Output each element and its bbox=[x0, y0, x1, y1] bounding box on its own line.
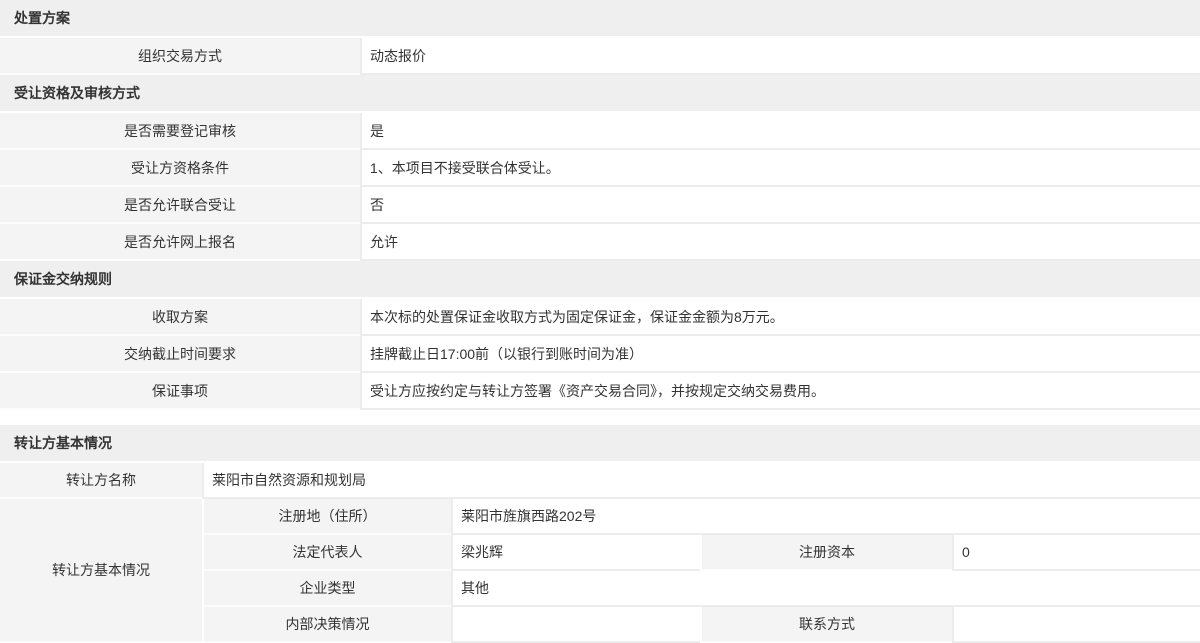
table-row: 是否需要登记审核 是 bbox=[0, 113, 1200, 150]
table-row: 是否允许网上报名 允许 bbox=[0, 224, 1200, 261]
field-label-trade-method: 组织交易方式 bbox=[0, 38, 360, 75]
section-header-transfer-qualification: 受让资格及审核方式 bbox=[0, 75, 1200, 113]
field-label-registered-address: 注册地（住所） bbox=[202, 499, 451, 535]
field-label-need-registration-review: 是否需要登记审核 bbox=[0, 113, 360, 150]
section-header-deposit-rules: 保证金交纳规则 bbox=[0, 261, 1200, 299]
field-value-collection-plan: 本次标的处置保证金收取方式为固定保证金，保证金金额为8万元。 bbox=[360, 299, 1200, 336]
table-row: 收取方案 本次标的处置保证金收取方式为固定保证金，保证金金额为8万元。 bbox=[0, 299, 1200, 336]
field-label-allow-joint-transfer: 是否允许联合受让 bbox=[0, 187, 360, 224]
section-header-disposal-plan: 处置方案 bbox=[0, 0, 1200, 38]
section-row-disposal-plan: 处置方案 bbox=[0, 0, 1200, 38]
disposal-info-table: 处置方案 组织交易方式 动态报价 受让资格及审核方式 是否需要登记审核 是 受让… bbox=[0, 0, 1200, 410]
table-row: 组织交易方式 动态报价 bbox=[0, 38, 1200, 75]
field-label-enterprise-type: 企业类型 bbox=[202, 571, 451, 607]
field-value-transferor-name: 莱阳市自然资源和规划局 bbox=[202, 463, 1200, 499]
table-row: 转让方名称 莱阳市自然资源和规划局 bbox=[0, 463, 1200, 499]
field-label-legal-representative: 法定代表人 bbox=[202, 535, 451, 571]
field-label-transferor-name: 转让方名称 bbox=[0, 463, 202, 499]
section-row-deposit-rules: 保证金交纳规则 bbox=[0, 261, 1200, 299]
field-label-guarantee-matters: 保证事项 bbox=[0, 373, 360, 410]
section-row-transfer-qualification: 受让资格及审核方式 bbox=[0, 75, 1200, 113]
field-value-allow-joint-transfer: 否 bbox=[360, 187, 1200, 224]
field-value-contact-info bbox=[952, 607, 1200, 643]
field-label-collection-plan: 收取方案 bbox=[0, 299, 360, 336]
field-value-registered-capital: 0 bbox=[952, 535, 1200, 571]
table-row: 是否允许联合受让 否 bbox=[0, 187, 1200, 224]
table-divider bbox=[0, 410, 1200, 425]
field-value-allow-online-signup: 允许 bbox=[360, 224, 1200, 261]
field-value-trade-method: 动态报价 bbox=[360, 38, 1200, 75]
table-row: 交纳截止时间要求 挂牌截止日17:00前（以银行到账时间为准） bbox=[0, 336, 1200, 373]
field-value-payment-deadline: 挂牌截止日17:00前（以银行到账时间为准） bbox=[360, 336, 1200, 373]
field-value-guarantee-matters: 受让方应按约定与转让方签署《资产交易合同》，并按规定交纳交易费用。 bbox=[360, 373, 1200, 410]
field-value-internal-decision bbox=[451, 607, 700, 643]
field-label-registered-capital: 注册资本 bbox=[700, 535, 952, 571]
section-header-transferor-info: 转让方基本情况 bbox=[0, 425, 1200, 463]
field-value-registered-address: 莱阳市旌旗西路202号 bbox=[451, 499, 1200, 535]
transferor-info-table: 转让方基本情况 转让方名称 莱阳市自然资源和规划局 转让方基本情况 注册地（住所… bbox=[0, 425, 1200, 643]
group-label-transferor-basic-info: 转让方基本情况 bbox=[0, 499, 202, 643]
field-label-transferee-qualification: 受让方资格条件 bbox=[0, 150, 360, 187]
field-value-legal-representative: 梁兆辉 bbox=[451, 535, 700, 571]
field-value-need-registration-review: 是 bbox=[360, 113, 1200, 150]
table-row: 保证事项 受让方应按约定与转让方签署《资产交易合同》，并按规定交纳交易费用。 bbox=[0, 373, 1200, 410]
field-label-contact-info: 联系方式 bbox=[700, 607, 952, 643]
field-label-payment-deadline: 交纳截止时间要求 bbox=[0, 336, 360, 373]
field-label-allow-online-signup: 是否允许网上报名 bbox=[0, 224, 360, 261]
section-row-transferor-info: 转让方基本情况 bbox=[0, 425, 1200, 463]
field-value-transferee-qualification: 1、本项目不接受联合体受让。 bbox=[360, 150, 1200, 187]
listing-detail-page: 处置方案 组织交易方式 动态报价 受让资格及审核方式 是否需要登记审核 是 受让… bbox=[0, 0, 1200, 643]
field-label-internal-decision: 内部决策情况 bbox=[202, 607, 451, 643]
table-row: 受让方资格条件 1、本项目不接受联合体受让。 bbox=[0, 150, 1200, 187]
table-row: 转让方基本情况 注册地（住所） 莱阳市旌旗西路202号 bbox=[0, 499, 1200, 535]
field-value-enterprise-type: 其他 bbox=[451, 571, 1200, 607]
